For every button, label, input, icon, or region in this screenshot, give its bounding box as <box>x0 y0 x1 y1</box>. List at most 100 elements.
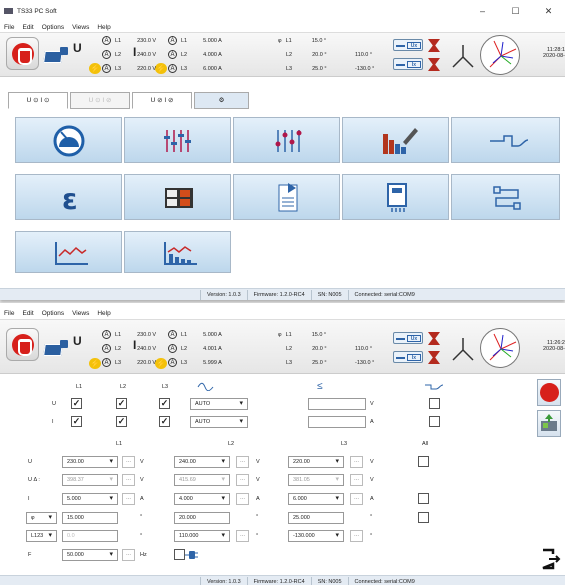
all-i-checkbox[interactable] <box>418 493 429 504</box>
l1-phi-value[interactable]: 15.000 <box>62 512 118 524</box>
transformer-icon[interactable] <box>428 39 440 52</box>
l3-i-value[interactable]: 6.000 <box>288 493 344 505</box>
tile-checklist[interactable] <box>233 174 340 220</box>
checkbox-u-l1[interactable]: ✓ <box>71 398 82 409</box>
menu-views[interactable]: Views <box>72 310 89 317</box>
transformer-icon[interactable] <box>428 351 440 364</box>
menu-options[interactable]: Options <box>42 24 64 31</box>
ix-button[interactable]: Ix <box>393 351 423 363</box>
ux-button[interactable]: Ux <box>393 332 423 344</box>
tile-sliders-adjust[interactable] <box>233 117 340 163</box>
l1-u-value[interactable]: 230.00 <box>62 456 118 468</box>
menu-options[interactable]: Options <box>42 310 64 317</box>
menu-file[interactable]: File <box>4 24 14 31</box>
tile-step-waveform[interactable] <box>451 117 560 163</box>
close-button[interactable]: ✕ <box>532 6 565 17</box>
tab-u-off-i-off[interactable]: U ⊘ I ⊘ <box>132 92 192 109</box>
menu-edit[interactable]: Edit <box>22 24 33 31</box>
column-l3: L3 <box>341 441 348 447</box>
l1-i-value[interactable]: 5.000 <box>62 493 118 505</box>
maximize-button[interactable]: ☐ <box>499 6 532 17</box>
tab-settings[interactable]: ⚙ <box>194 92 249 109</box>
stop-button[interactable] <box>6 37 39 70</box>
frequency-more-button[interactable]: ... <box>122 549 135 561</box>
i-limit-input[interactable] <box>308 416 366 428</box>
upload-settings-button[interactable] <box>537 410 561 437</box>
frequency-checkbox[interactable] <box>174 549 185 560</box>
firmware-text: Firmware: 1.2.0-RC4 <box>246 289 311 300</box>
transformer-icon[interactable] <box>428 58 440 71</box>
tile-bar-chart-edit[interactable] <box>342 117 449 163</box>
l1-u-more-button[interactable]: ... <box>122 456 135 468</box>
l3-l123-more-button[interactable]: ... <box>350 530 363 542</box>
exit-button[interactable] <box>541 548 561 570</box>
phase-label: L1 <box>115 331 122 338</box>
checkbox-u-l2[interactable]: ✓ <box>116 398 127 409</box>
l2-i-value[interactable]: 4.000 <box>174 493 230 505</box>
u-range-select[interactable]: AUTO <box>190 398 248 410</box>
minimize-button[interactable]: – <box>466 6 499 17</box>
l2-l123-value[interactable]: 110.000 <box>174 530 230 542</box>
l3-l123-value[interactable]: -130.000 <box>288 530 344 542</box>
u-limit-input[interactable] <box>308 398 366 410</box>
l1-i-more-button[interactable]: ... <box>122 493 135 505</box>
tile-sliders[interactable] <box>124 117 231 163</box>
all-phi-checkbox[interactable] <box>418 512 429 523</box>
l3-u-value[interactable]: 220.00 <box>288 456 344 468</box>
menu-help[interactable]: Help <box>97 310 110 317</box>
l123-select[interactable]: L123 <box>26 530 57 542</box>
l3-u-more-button[interactable]: ... <box>350 456 363 468</box>
stop-output-button[interactable] <box>537 379 561 406</box>
frequency-value[interactable]: 50.000 <box>62 549 118 561</box>
voltage-label: U <box>73 41 82 55</box>
l2-u-more-button[interactable]: ... <box>236 456 249 468</box>
stop-button[interactable] <box>6 328 39 361</box>
sliders-icon <box>164 130 191 152</box>
transformer-icon[interactable] <box>428 332 440 345</box>
phase-label: L1 <box>285 331 292 338</box>
checkbox-u-l3[interactable]: ✓ <box>159 398 170 409</box>
menu-views[interactable]: Views <box>72 24 89 31</box>
phi-select[interactable]: φ <box>26 512 57 524</box>
display-panel-icon <box>165 188 193 208</box>
tile-gauge[interactable] <box>15 117 122 163</box>
menu-help[interactable]: Help <box>97 24 110 31</box>
l2-l123-more-button[interactable]: ... <box>236 530 249 542</box>
send-button[interactable] <box>42 338 72 358</box>
menu-file[interactable]: File <box>4 310 14 317</box>
phase-label: L2 <box>181 51 188 58</box>
checkbox-i-step[interactable] <box>429 416 440 427</box>
hand-stop-icon <box>540 383 559 402</box>
send-button[interactable] <box>42 45 72 65</box>
ix-button[interactable]: Ix <box>393 58 423 70</box>
l3-phi-value[interactable]: 25.000 <box>288 512 344 524</box>
checkbox-i-l3[interactable]: ✓ <box>159 416 170 427</box>
unit-label: V <box>370 477 374 483</box>
l2-u-value[interactable]: 240.00 <box>174 456 230 468</box>
checkbox-u-step[interactable] <box>429 398 440 409</box>
tile-recording-chart[interactable] <box>15 231 122 273</box>
l2-i-more-button[interactable]: ... <box>236 493 249 505</box>
tab-u-on-i-on[interactable]: U ⊙ I ⊙ <box>8 92 68 109</box>
menu-bar: File Edit Options Views Help <box>0 303 565 319</box>
ux-button[interactable]: Ux <box>393 39 423 51</box>
l3-i-more-button[interactable]: ... <box>350 493 363 505</box>
a-circle-icon: A <box>102 330 111 339</box>
all-u-checkbox[interactable] <box>418 456 429 467</box>
menu-edit[interactable]: Edit <box>22 310 33 317</box>
tab-u-on-i-off[interactable]: U ⊙ I ⊘ <box>70 92 130 109</box>
checkbox-i-l1[interactable]: ✓ <box>71 416 82 427</box>
connection-text: Connected: serial:COM9 <box>347 289 421 300</box>
tile-memory[interactable] <box>342 174 449 220</box>
l2-phi-value[interactable]: 20.000 <box>174 512 230 524</box>
tile-epsilon[interactable]: ε <box>15 174 122 220</box>
tile-display-panel[interactable] <box>124 174 231 220</box>
star-connection-icon[interactable] <box>450 336 476 362</box>
star-connection-icon[interactable] <box>450 43 476 69</box>
i-range-select[interactable]: AUTO <box>190 416 248 428</box>
checkbox-i-l2[interactable]: ✓ <box>116 416 127 427</box>
tile-transfer[interactable] <box>451 174 560 220</box>
tile-recording-bars[interactable] <box>124 231 231 273</box>
unit-label: V <box>140 477 144 483</box>
frequency-toggle[interactable] <box>174 549 198 561</box>
